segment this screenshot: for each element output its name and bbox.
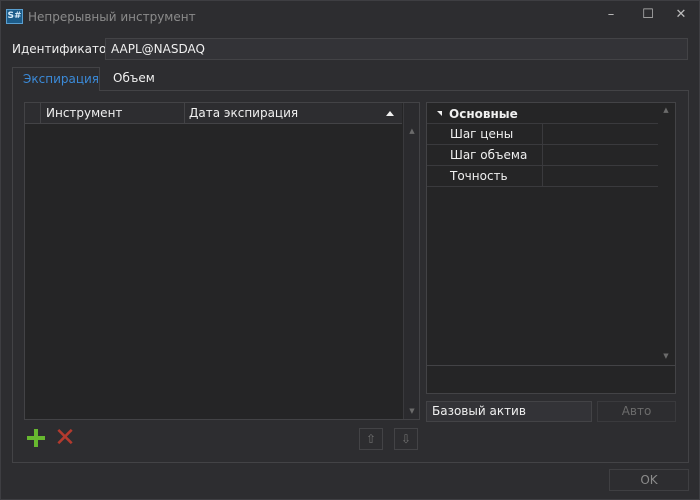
grid-row-header <box>25 103 41 124</box>
scroll-down-icon[interactable]: ▼ <box>658 349 674 363</box>
arrow-down-icon[interactable]: ⇩ <box>394 428 418 450</box>
auto-button[interactable]: Авто <box>597 401 676 422</box>
category-label: Основные <box>449 107 518 121</box>
tab-expiration[interactable]: Экспирация <box>12 67 100 91</box>
delete-icon[interactable]: ✕ <box>53 425 77 451</box>
app-icon: S# <box>6 9 23 24</box>
sort-ascending-icon[interactable] <box>386 111 394 116</box>
scroll-up-icon[interactable]: ▲ <box>404 124 420 138</box>
scroll-down-icon[interactable]: ▼ <box>404 404 420 418</box>
close-button[interactable]: ✕ <box>666 4 696 26</box>
minimize-button[interactable]: – <box>596 4 626 26</box>
properties-scrollbar[interactable]: ▲ ▼ <box>658 103 674 365</box>
underlying-asset-input[interactable]: Базовый актив <box>426 401 592 422</box>
property-label: Точность <box>450 169 508 183</box>
maximize-button[interactable]: ☐ <box>633 4 663 26</box>
property-label: Шаг цены <box>450 127 514 141</box>
window-title: Непрерывный инструмент <box>28 10 196 24</box>
identifier-input[interactable]: AAPL@NASDAQ <box>105 38 688 60</box>
ok-button[interactable]: OK <box>609 469 689 491</box>
identifier-label: Идентификатор: <box>12 42 118 56</box>
column-separator <box>184 103 185 124</box>
instruments-grid[interactable] <box>24 102 420 420</box>
collapse-triangle-icon[interactable] <box>437 111 442 116</box>
property-divider <box>542 166 543 187</box>
column-header-expiration-date[interactable]: Дата экспирация <box>189 103 298 124</box>
column-header-instrument[interactable]: Инструмент <box>46 103 122 124</box>
property-divider <box>542 145 543 166</box>
plus-icon[interactable] <box>25 427 47 449</box>
property-label: Шаг объема <box>450 148 528 162</box>
arrow-up-icon[interactable]: ⇧ <box>359 428 383 450</box>
property-divider <box>542 124 543 145</box>
properties-description-divider <box>427 365 675 366</box>
scroll-up-icon[interactable]: ▲ <box>658 103 674 117</box>
tab-volume[interactable]: Объем <box>103 67 165 91</box>
grid-scrollbar[interactable]: ▲ ▼ <box>403 103 419 419</box>
